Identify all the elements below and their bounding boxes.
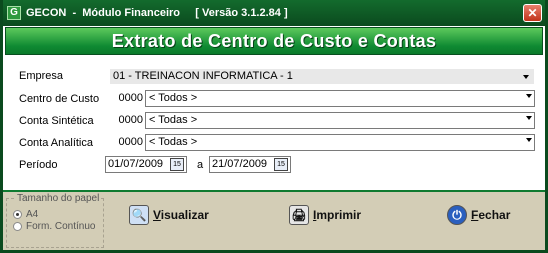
radio-selected-icon[interactable] — [13, 210, 22, 219]
conta-analitica-value: < Todas > — [149, 136, 198, 148]
empresa-label: Empresa — [19, 70, 64, 82]
app-icon: G — [7, 6, 21, 20]
paper-size-title: Tamanho do papel — [15, 193, 102, 204]
dropdown-arrow-icon[interactable] — [526, 116, 532, 120]
action-panel: Tamanho do papel A4 Form. Contínuo 🔍 Vis… — [3, 190, 545, 250]
imprimir-button[interactable]: 🖨 Imprimir — [289, 202, 361, 228]
fechar-button[interactable]: ⏻ Fechar — [447, 202, 510, 228]
calendar-icon[interactable]: 15 — [170, 158, 184, 171]
fechar-label: echar — [478, 208, 511, 222]
visualizar-label: isualizar — [160, 208, 209, 222]
dropdown-arrow-icon[interactable] — [526, 94, 532, 98]
dropdown-arrow-icon[interactable] — [523, 75, 529, 79]
paper-option-form-continuo[interactable]: Form. Contínuo — [13, 221, 95, 232]
power-icon: ⏻ — [447, 205, 467, 225]
conta-analitica-code[interactable]: 0000 — [109, 134, 143, 151]
application-window: G GECON - Módulo Financeiro [ Versão 3.1… — [0, 0, 548, 253]
periodo-end-value: 21/07/2009 — [212, 158, 268, 170]
visualizar-button[interactable]: 🔍 Visualizar — [129, 202, 209, 228]
periodo-label: Período — [19, 159, 58, 171]
periodo-start-input[interactable]: 01/07/2009 15 — [105, 156, 187, 173]
centro-custo-value: < Todos > — [149, 92, 198, 104]
conta-sintetica-value: < Todas > — [149, 114, 198, 126]
magnifier-icon: 🔍 — [129, 205, 149, 225]
conta-analitica-label: Conta Analítica — [19, 137, 93, 149]
dropdown-arrow-icon[interactable] — [526, 138, 532, 142]
printer-icon: 🖨 — [289, 205, 309, 225]
client-area: Extrato de Centro de Custo e Contas Empr… — [3, 26, 545, 250]
centro-custo-select[interactable]: < Todos > — [145, 90, 535, 107]
calendar-icon[interactable]: 15 — [274, 158, 288, 171]
conta-analitica-select[interactable]: < Todas > — [145, 134, 535, 151]
visualizar-mnemonic: V — [153, 208, 161, 222]
paper-option-label: A4 — [26, 209, 39, 220]
report-banner: Extrato de Centro de Custo e Contas — [5, 27, 543, 55]
paper-size-group: Tamanho do papel A4 Form. Contínuo — [6, 193, 104, 248]
conta-sintetica-select[interactable]: < Todas > — [145, 112, 535, 129]
empresa-select[interactable]: 01 - TREINACON INFORMATICA - 1 — [109, 68, 535, 85]
periodo-separator: a — [197, 159, 204, 171]
imprimir-label: mprimir — [316, 208, 362, 222]
paper-option-label: Form. Contínuo — [26, 221, 96, 232]
empresa-value: 01 - TREINACON INFORMATICA - 1 — [113, 70, 293, 82]
periodo-end-input[interactable]: 21/07/2009 15 — [209, 156, 291, 173]
window-title: GECON - Módulo Financeiro [ Versão 3.1.2… — [26, 7, 288, 19]
close-button[interactable]: ✕ — [523, 4, 542, 22]
conta-sintetica-label: Conta Sintética — [19, 115, 94, 127]
radio-unselected-icon[interactable] — [13, 222, 22, 231]
paper-option-a4[interactable]: A4 — [13, 209, 38, 220]
title-bar[interactable]: G GECON - Módulo Financeiro [ Versão 3.1… — [3, 0, 545, 26]
conta-sintetica-code[interactable]: 0000 — [109, 112, 143, 129]
centro-custo-label: Centro de Custo — [19, 93, 100, 105]
centro-custo-code[interactable]: 0000 — [109, 90, 143, 107]
periodo-start-value: 01/07/2009 — [108, 158, 164, 170]
